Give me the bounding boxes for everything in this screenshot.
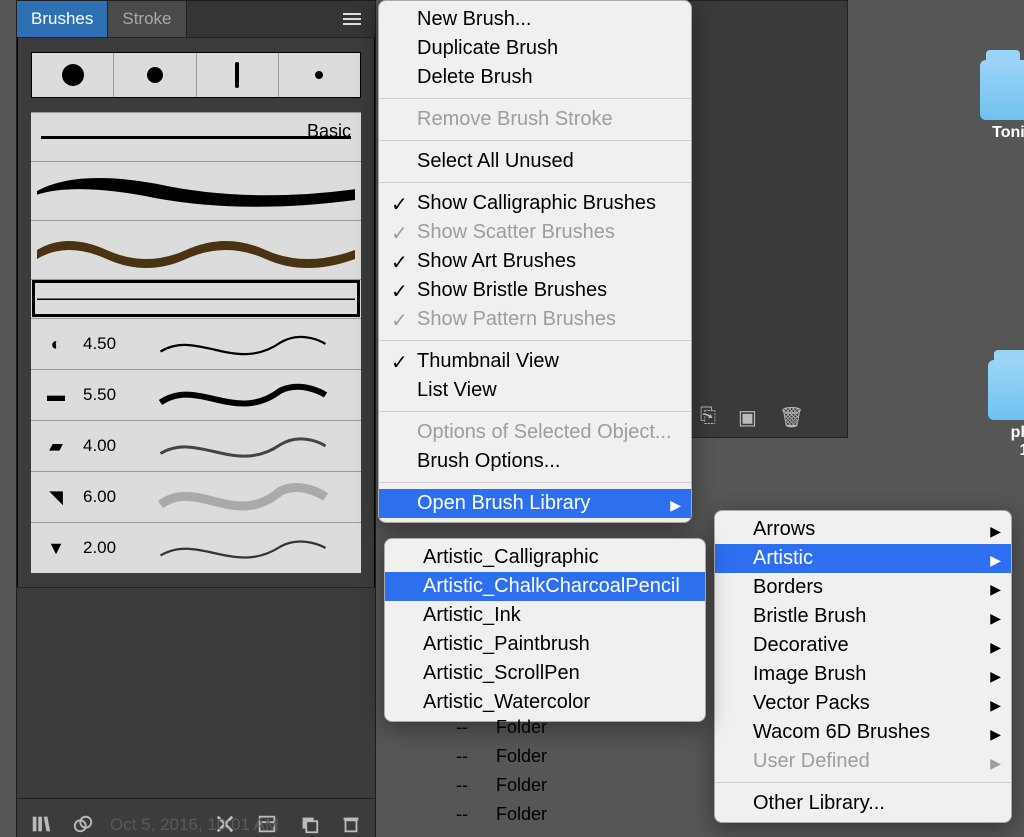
menu-item-artistic[interactable]: Artistic [715,544,1011,573]
preset-dot-thinline[interactable] [197,53,279,97]
desktop-folder-phot[interactable]: phot 11 [968,360,1024,460]
new-icon[interactable]: ▣ [738,405,757,430]
bg-folder-row-1: --Folder [456,717,547,738]
folder-icon [980,60,1024,120]
brushes-panel: Brushes Stroke Basic ◐ 4.50 ▬ 5.50 ▰ [16,0,376,837]
artistic-submenu: Artistic_CalligraphicArtistic_ChalkCharc… [384,538,706,722]
right-dark-panel [688,0,848,438]
bg-folder-row-2: --Folder [456,746,547,767]
bristle-value: 4.00 [83,436,123,456]
menu-item-remove-brush-stroke: Remove Brush Stroke [379,105,691,134]
tab-brushes[interactable]: Brushes [17,1,108,37]
menu-item-thumbnail-view[interactable]: Thumbnail View [379,347,691,376]
brush-art-brush2-row[interactable] [31,220,361,279]
brush-art-brush1-row[interactable] [31,161,361,220]
basic-label: Basic [307,121,351,142]
bristle-value: 5.50 [83,385,123,405]
new-brush-icon[interactable] [297,812,321,836]
bristle-value: 6.00 [83,487,123,507]
bristle-row-2[interactable]: ▬ 5.50 [31,369,361,420]
menu-item-open-brush-library[interactable]: Open Brush Library [379,489,691,518]
folder-label2: 11 [968,442,1024,460]
menu-item-delete-brush[interactable]: Delete Brush [379,63,691,92]
clipped-date-text: Oct 5, 2016, 10:01 AM [110,815,279,835]
cc-icon[interactable] [71,812,95,836]
delete-brush-icon[interactable] [339,812,363,836]
brush-basic-row[interactable]: Basic [31,112,361,161]
menu-item-artistic-calligraphic[interactable]: Artistic_Calligraphic [385,543,705,572]
bristle-row-1[interactable]: ◐ 4.50 [31,318,361,369]
round-fan-icon: ◐ [41,334,71,355]
menu-item-select-all-unused[interactable]: Select All Unused [379,147,691,176]
menu-item-decorative[interactable]: Decorative [715,631,1011,660]
menu-item-brush-options-[interactable]: Brush Options... [379,447,691,476]
preset-dot-large[interactable] [32,53,114,97]
menu-item-duplicate-brush[interactable]: Duplicate Brush [379,34,691,63]
menu-item-image-brush[interactable]: Image Brush [715,660,1011,689]
folder-label: Tonic L [960,124,1024,142]
libraries-icon[interactable] [29,812,53,836]
menu-item-vector-packs[interactable]: Vector Packs [715,689,1011,718]
link-icon[interactable]: ⎘ [700,405,716,430]
folder-icon [988,360,1024,420]
tab-stroke[interactable]: Stroke [108,1,186,37]
brushes-flyout-menu: New Brush...Duplicate BrushDelete Brush R… [378,0,692,523]
menu-item-artistic-chalkcharcoalpencil[interactable]: Artistic_ChalkCharcoalPencil [385,572,705,601]
calligraphic-presets-row [31,52,361,98]
preset-dot-small[interactable] [279,53,360,97]
menu-item-show-bristle-brushes[interactable]: Show Bristle Brushes [379,276,691,305]
preset-dot-medium[interactable] [114,53,196,97]
brush-library-categories-menu: ArrowsArtisticBordersBristle BrushDecora… [714,510,1012,823]
bristle-row-3[interactable]: ▰ 4.00 [31,420,361,471]
bristle-value: 2.00 [83,538,123,558]
fan-icon: ◥ [41,487,71,508]
menu-item-show-pattern-brushes: Show Pattern Brushes [379,305,691,334]
bristle-value: 4.50 [83,334,123,354]
right-panel-footer-icons: ⎘ ▣ 🗑 [700,405,804,430]
bristle-row-5[interactable]: ▼ 2.00 [31,522,361,573]
panel-tab-bar: Brushes Stroke [17,1,375,38]
menu-item-show-art-brushes[interactable]: Show Art Brushes [379,247,691,276]
menu-item-show-scatter-brushes: Show Scatter Brushes [379,218,691,247]
menu-item-show-calligraphic-brushes[interactable]: Show Calligraphic Brushes [379,189,691,218]
menu-item-new-brush-[interactable]: New Brush... [379,5,691,34]
menu-item-user-defined: User Defined [715,747,1011,776]
menu-item-list-view[interactable]: List View [379,376,691,405]
chisel-icon: ▼ [41,538,71,559]
desktop-folder-tonic[interactable]: Tonic L [960,60,1024,142]
flat-icon: ▬ [41,385,71,406]
menu-item-artistic-watercolor[interactable]: Artistic_Watercolor [385,688,705,717]
menu-item-bristle-brush[interactable]: Bristle Brush [715,602,1011,631]
bristle-row-4[interactable]: ◥ 6.00 [31,471,361,522]
bg-folder-row-3: --Folder [456,775,547,796]
bg-folder-row-4: --Folder [456,804,547,825]
menu-item-arrows[interactable]: Arrows [715,515,1011,544]
folder-label: phot [968,424,1024,442]
panel-flyout-menu-icon[interactable] [337,7,375,31]
menu-item-artistic-paintbrush[interactable]: Artistic_Paintbrush [385,630,705,659]
menu-item-artistic-scrollpen[interactable]: Artistic_ScrollPen [385,659,705,688]
menu-item-other-library-[interactable]: Other Library... [715,789,1011,818]
menu-item-options-of-selected-object-: Options of Selected Object... [379,418,691,447]
menu-item-wacom-6d-brushes[interactable]: Wacom 6D Brushes [715,718,1011,747]
brush-thin-line-row[interactable] [31,279,361,318]
menu-item-borders[interactable]: Borders [715,573,1011,602]
trash-icon[interactable]: 🗑 [779,405,804,430]
angle-icon: ▰ [41,436,71,457]
menu-item-artistic-ink[interactable]: Artistic_Ink [385,601,705,630]
